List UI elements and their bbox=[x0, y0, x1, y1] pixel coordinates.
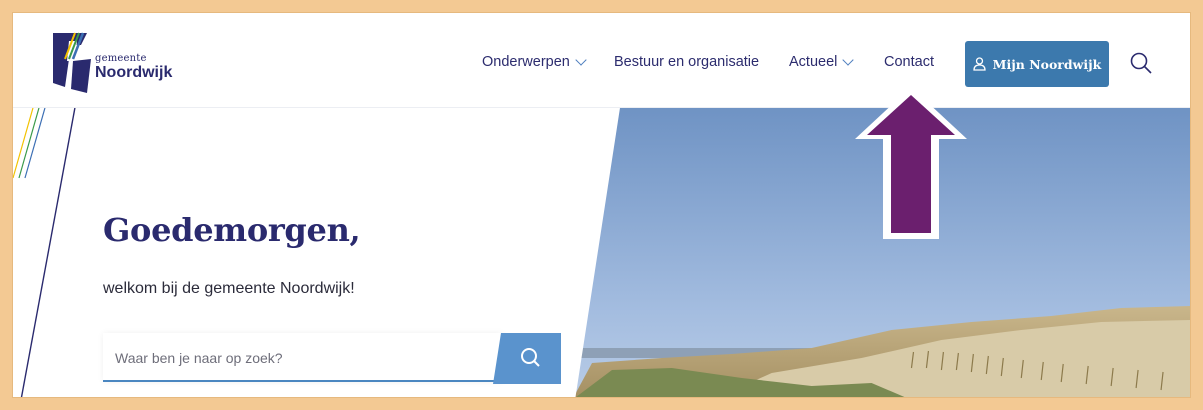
nav-item-label: Contact bbox=[884, 54, 934, 70]
browser-viewport: gemeente Noordwijk Onderwerpen Bestuur e… bbox=[12, 12, 1191, 398]
nav-item-contact[interactable]: Contact bbox=[884, 54, 934, 70]
search-submit-button[interactable] bbox=[493, 333, 561, 384]
chevron-down-icon bbox=[575, 54, 587, 66]
user-icon bbox=[973, 57, 986, 71]
nav-item-onderwerpen[interactable]: Onderwerpen bbox=[482, 54, 587, 70]
nav-item-label: Onderwerpen bbox=[482, 54, 570, 70]
annotation-arrow-up-icon bbox=[855, 87, 967, 239]
main-nav: Onderwerpen Bestuur en organisatie Actue… bbox=[13, 13, 1190, 108]
welcome-text: welkom bij de gemeente Noordwijk! bbox=[103, 280, 355, 297]
nav-item-bestuur-en-organisatie[interactable]: Bestuur en organisatie bbox=[614, 54, 759, 70]
site-header: gemeente Noordwijk Onderwerpen Bestuur e… bbox=[13, 13, 1190, 108]
chevron-down-icon bbox=[842, 54, 855, 66]
hero-search: Waar ben je naar op zoek? bbox=[103, 333, 561, 384]
search-input[interactable]: Waar ben je naar op zoek? bbox=[103, 333, 503, 382]
page-title: Goedemorgen, bbox=[103, 211, 361, 249]
nav-item-label: Bestuur en organisatie bbox=[614, 54, 760, 70]
search-icon[interactable] bbox=[1129, 51, 1153, 75]
mijn-noordwijk-button[interactable]: Mijn Noordwijk bbox=[965, 41, 1109, 87]
mijn-noordwijk-label: Mijn Noordwijk bbox=[992, 56, 1102, 72]
nav-item-actueel[interactable]: Actueel bbox=[789, 54, 855, 70]
nav-item-label: Actueel bbox=[789, 54, 838, 70]
